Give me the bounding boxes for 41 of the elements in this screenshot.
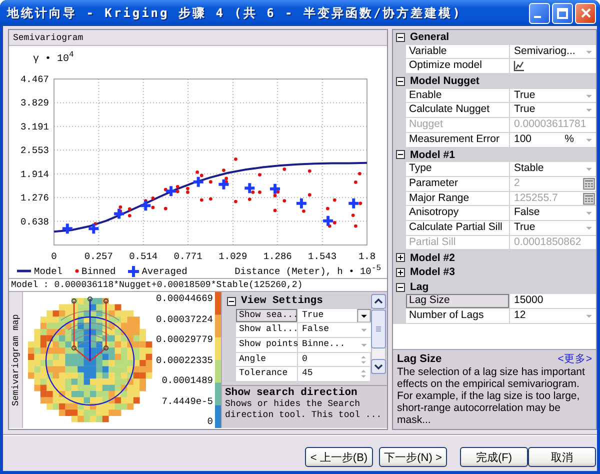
scale-label: 0.00037224	[156, 314, 213, 324]
axis-tick-label: 2.553	[20, 145, 49, 156]
help-text: Shows or hides the Search direction tool. This tool ...	[225, 399, 383, 421]
axis-tick-label: 1.543	[308, 251, 337, 262]
scale-label: 0.0001489	[162, 375, 213, 386]
axis-tick-label: 1.914	[20, 168, 49, 180]
scale-label: 0.00022335	[156, 354, 213, 366]
category-title: Lag	[410, 281, 429, 294]
help-text: The selection of a lag size has important effects on the empirical semivariogram. For example, if the lag size is too large, short-range autocorrelation may be mask...	[397, 366, 586, 426]
axis-tick-label: 1.286	[263, 251, 292, 262]
legend-label: Model	[34, 266, 63, 276]
axis-tick-label: 0.638	[20, 216, 49, 228]
scale-label: 7.4449e-5	[162, 396, 213, 406]
category-title: View Settings	[241, 295, 323, 308]
legend-label: Averaged	[142, 266, 188, 276]
axis-tick-label: 3.191	[20, 121, 49, 132]
axis-tick-label: 4.467	[20, 74, 49, 85]
axis-tick-label: 0	[51, 251, 57, 262]
axis-title: Distance (Meter), h • 10$^{-5}$	[234, 264, 382, 278]
axis-tick-label: 1.8	[358, 251, 376, 262]
category-title: Model #1	[410, 148, 455, 161]
axis-tick-label: 0.514	[129, 251, 158, 262]
help-title: Lag Size	[397, 353, 442, 365]
legend-label: Binned	[82, 266, 116, 276]
scale-label: 0.00029779	[156, 334, 213, 345]
category-title: Model #3	[410, 266, 455, 278]
category-title: General	[410, 31, 450, 44]
panel-title: Semivariogram map	[9, 292, 23, 428]
model-formula: Model : 0.000036118*Nugget+0.00018509*Stable(125260,2)	[9, 278, 387, 292]
axis-tick-label: 0.257	[84, 251, 113, 262]
category-title: Model #2	[410, 252, 455, 264]
axis-tick-label: 1.276	[20, 192, 49, 204]
window-title: 地统计向导 - Kriging 步骤 4 (共 6 - 半变异函数/协方差建模)	[7, 4, 463, 22]
scale-label: 0	[207, 416, 213, 427]
axis-tick-label: 3.829	[20, 98, 49, 109]
axis-tick-label: 0.771	[174, 251, 202, 262]
scale-label: 0.00044669	[156, 293, 213, 304]
panel-title: Semivariogram	[9, 30, 387, 46]
axis-tick-label: 1.029	[218, 251, 248, 262]
help-title: Show search direction	[225, 387, 358, 399]
category-title: Model Nugget	[410, 75, 480, 88]
